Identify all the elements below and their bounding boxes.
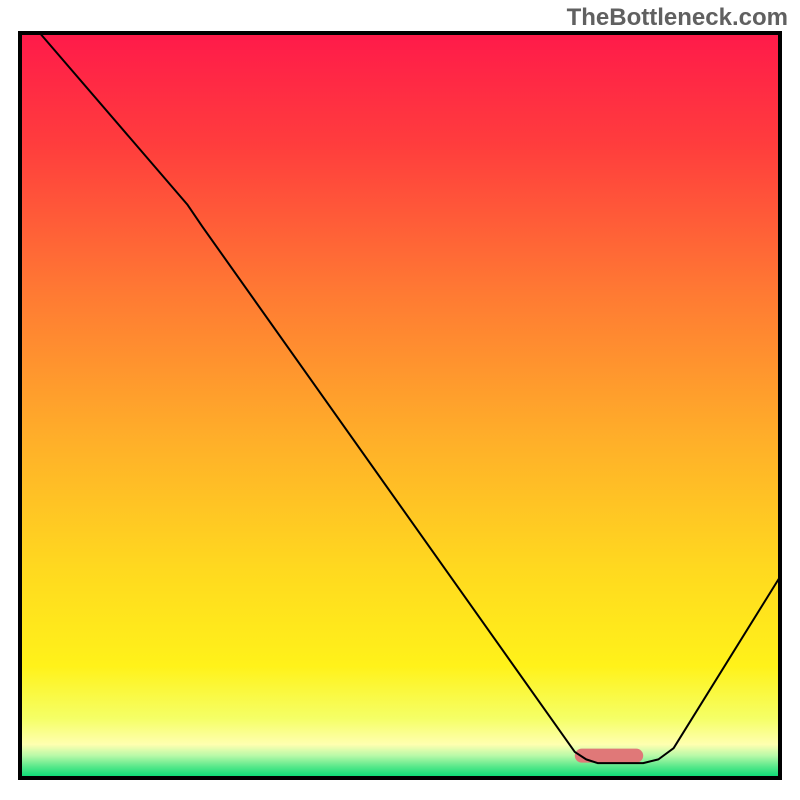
chart-svg: [0, 0, 800, 800]
optimum-marker: [575, 749, 643, 763]
chart-container: TheBottleneck.com: [0, 0, 800, 800]
gradient-background: [20, 33, 780, 778]
watermark-text: TheBottleneck.com: [567, 4, 788, 32]
